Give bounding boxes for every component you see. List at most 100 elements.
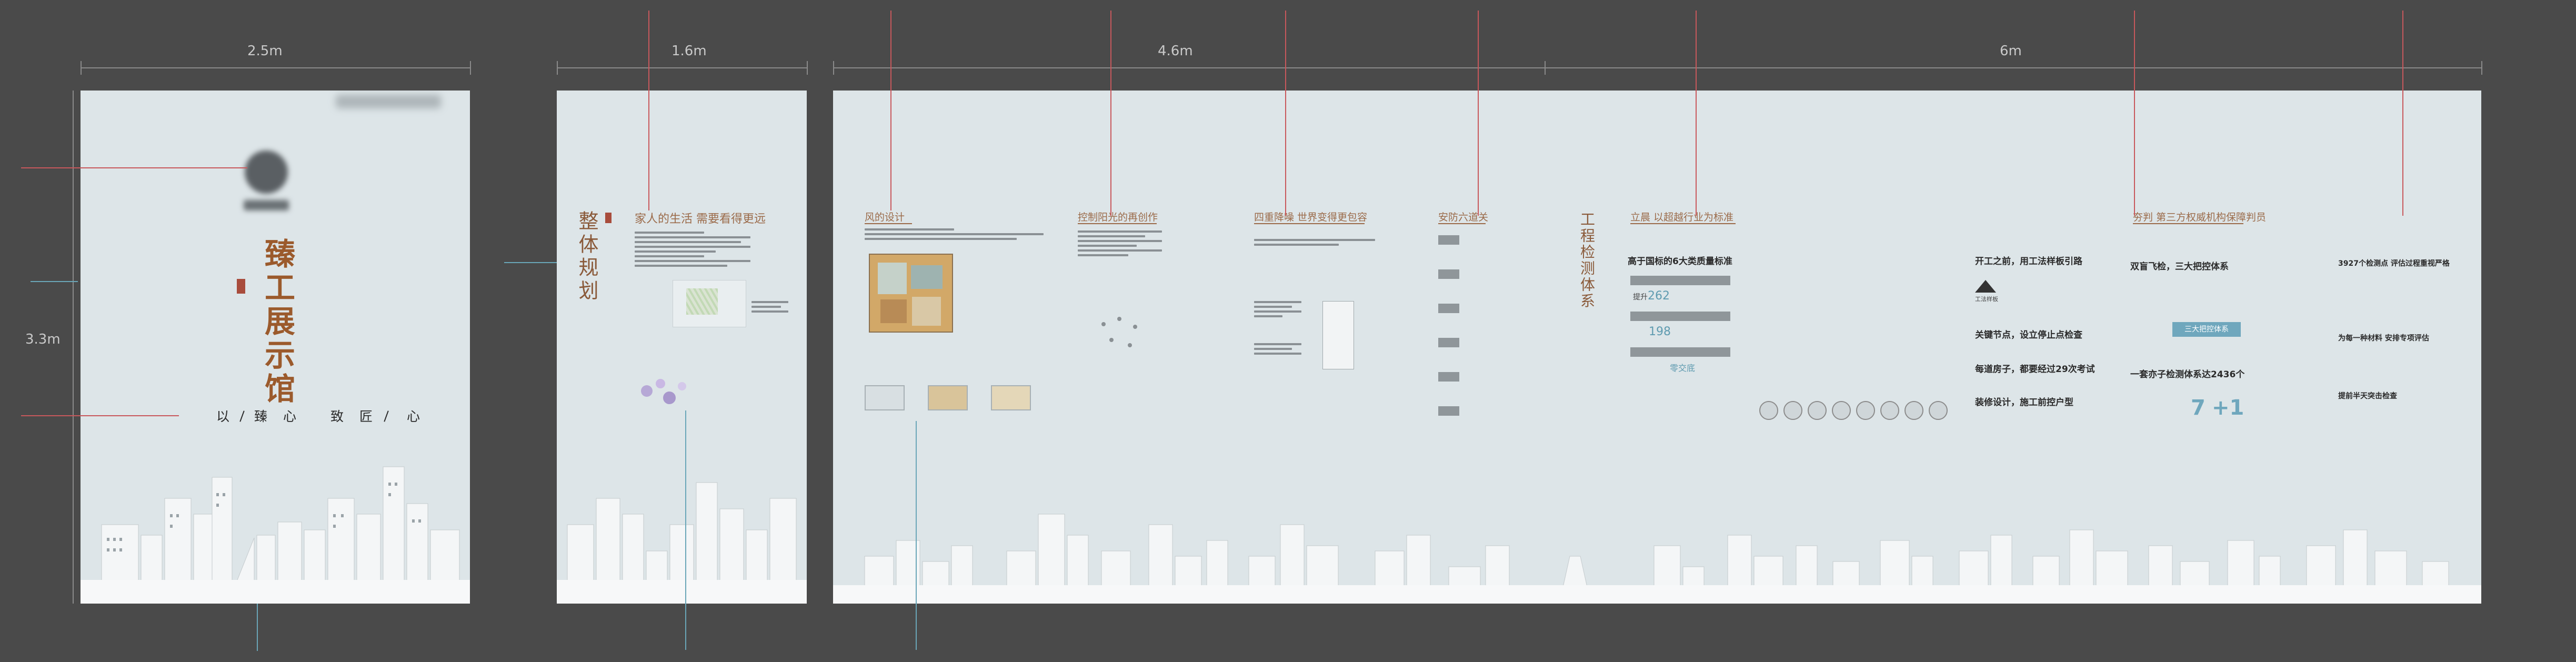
double-blind-heading: 双盲飞检，三大把控体系	[2130, 262, 2229, 272]
brand-logo-text	[244, 200, 289, 210]
dim-tick	[81, 61, 82, 75]
material-assessment-heading: 为每一种材料 安排专项评估	[2338, 334, 2429, 343]
dim-label-1-6m: 1.6m	[671, 43, 707, 59]
cyan-callout-line	[504, 262, 557, 263]
security-step	[1438, 235, 1459, 245]
tagline-char: 心	[283, 409, 297, 424]
callout-line	[21, 415, 179, 416]
section-title-wind: 风的设计	[865, 212, 905, 223]
security-step	[1438, 338, 1459, 347]
dim-tick	[2481, 61, 2482, 75]
tagline-char: 心	[407, 409, 420, 424]
construction-heading: 开工之前，用工法样板引路	[1975, 256, 2082, 267]
callout-line	[1285, 11, 1286, 216]
callout-line	[21, 167, 247, 168]
blurred-logo-top	[336, 95, 441, 108]
tagline-char: 匠	[359, 409, 373, 424]
inspection-points-heading: 3927个检测点 评估过程重视严格	[2338, 259, 2450, 268]
control-system-box: 三大把控体系	[2172, 322, 2241, 337]
standard-stat: 提升262	[1633, 289, 1670, 303]
seal-stamp-icon	[605, 213, 612, 223]
section-title-sunlight: 控制阳光的再创作	[1078, 212, 1158, 223]
paragraph-block	[1254, 239, 1375, 248]
inspection-count-heading: 一套亦子检测体系达2436个	[2130, 369, 2245, 380]
section-underline	[2133, 223, 2243, 224]
section-underline	[1438, 223, 1486, 224]
dim-line-4-6m	[833, 67, 1545, 68]
photo-thumb	[865, 385, 905, 410]
section-underline	[1078, 223, 1157, 224]
city-skyline-illustration	[833, 514, 2481, 604]
security-step	[1438, 406, 1459, 416]
standard-stat: 198	[1649, 325, 1671, 338]
section-underline	[1630, 223, 1736, 224]
section-title-noise: 四重降噪 世界变得更包容	[1254, 212, 1368, 223]
panel-overall-planning: 整体规划 家人的生活 需要看得更远	[557, 91, 807, 604]
tagline: 以 臻 心 致 匠 心	[212, 406, 444, 425]
surprise-check-heading: 提前半天突击检查	[2338, 392, 2397, 400]
city-skyline-illustration	[81, 466, 470, 604]
legend-block	[751, 301, 788, 315]
six-standards-heading: 高于国标的6大类质量标准	[1628, 256, 1732, 267]
exhibit-title: 臻工展示馆	[259, 238, 295, 406]
sun-rose-diagram	[1091, 312, 1154, 359]
brand-logo-icon	[245, 151, 288, 194]
construction-step: 关键节点，设立停止点检查	[1975, 330, 2082, 340]
heading-third-party: 夯判 第三方权威机构保障判员	[2133, 212, 2267, 223]
photo-thumb	[928, 385, 968, 410]
callout-line	[2402, 11, 2403, 216]
floor-plan-image	[869, 254, 953, 333]
construction-step: 每道房子，都要经过29次考试	[1975, 364, 2095, 375]
paragraph-block	[1254, 343, 1301, 357]
security-step	[1438, 269, 1459, 279]
callout-line	[2134, 11, 2135, 216]
big-number: +1	[2212, 396, 2244, 420]
standard-stat: 零交底	[1670, 363, 1696, 373]
cyan-callout-line	[916, 421, 917, 650]
city-skyline-illustration	[557, 482, 807, 604]
paragraph-block	[1078, 230, 1162, 259]
dim-tick	[833, 61, 834, 75]
stat-number: 262	[1648, 289, 1670, 303]
family-life-heading: 家人的生活 需要看得更远	[635, 213, 766, 226]
cyan-callout-line	[685, 410, 686, 650]
dim-label-2-5m: 2.5m	[247, 43, 283, 59]
paragraph-block	[1254, 301, 1301, 320]
paragraph-block	[635, 232, 750, 269]
seal-stamp-icon	[237, 279, 245, 294]
cyan-callout-line	[31, 281, 78, 282]
overall-planning-title: 整体规划	[575, 210, 598, 303]
dim-label-6m: 6m	[2000, 43, 2022, 59]
construction-logo-caption: 工法样板	[1975, 296, 1998, 303]
construction-step: 装修设计，施工前控户型	[1975, 397, 2073, 408]
facade-diagram	[1322, 301, 1354, 369]
dim-line-2-5m	[81, 67, 470, 68]
dim-tick	[470, 61, 471, 75]
security-step	[1438, 304, 1459, 313]
standard-bar	[1630, 276, 1730, 285]
callout-line	[1110, 11, 1111, 216]
dim-tick	[807, 61, 808, 75]
bubble-diagram	[636, 375, 699, 412]
callout-line	[1696, 11, 1697, 216]
inspection-connectors	[1759, 248, 1959, 420]
dim-line-1-6m	[557, 67, 807, 68]
tagline-char: 致	[330, 409, 344, 424]
panel-main-wall: 风的设计 控制阳光的再创作 四重降噪 世界变得更包容 安防六道关 工程检测体系 …	[833, 91, 2481, 604]
callout-line	[648, 11, 649, 210]
standard-bar	[1630, 347, 1730, 357]
tagline-divider	[239, 410, 245, 422]
section-underline	[865, 223, 912, 224]
dim-tick	[557, 61, 558, 75]
master-plan-map	[673, 280, 746, 327]
heading-beyond-standard: 立晨 以超越行业为标准	[1630, 212, 1734, 223]
tagline-char: 以	[216, 409, 230, 424]
callout-line	[890, 11, 891, 210]
big-number: 7	[2191, 396, 2206, 420]
standard-bar	[1630, 312, 1730, 321]
tagline-char: 臻	[254, 409, 268, 424]
dim-label-3-3m: 3.3m	[25, 332, 61, 347]
tagline-divider	[384, 410, 389, 422]
section-underline	[1254, 223, 1365, 224]
callout-line	[1478, 11, 1479, 216]
